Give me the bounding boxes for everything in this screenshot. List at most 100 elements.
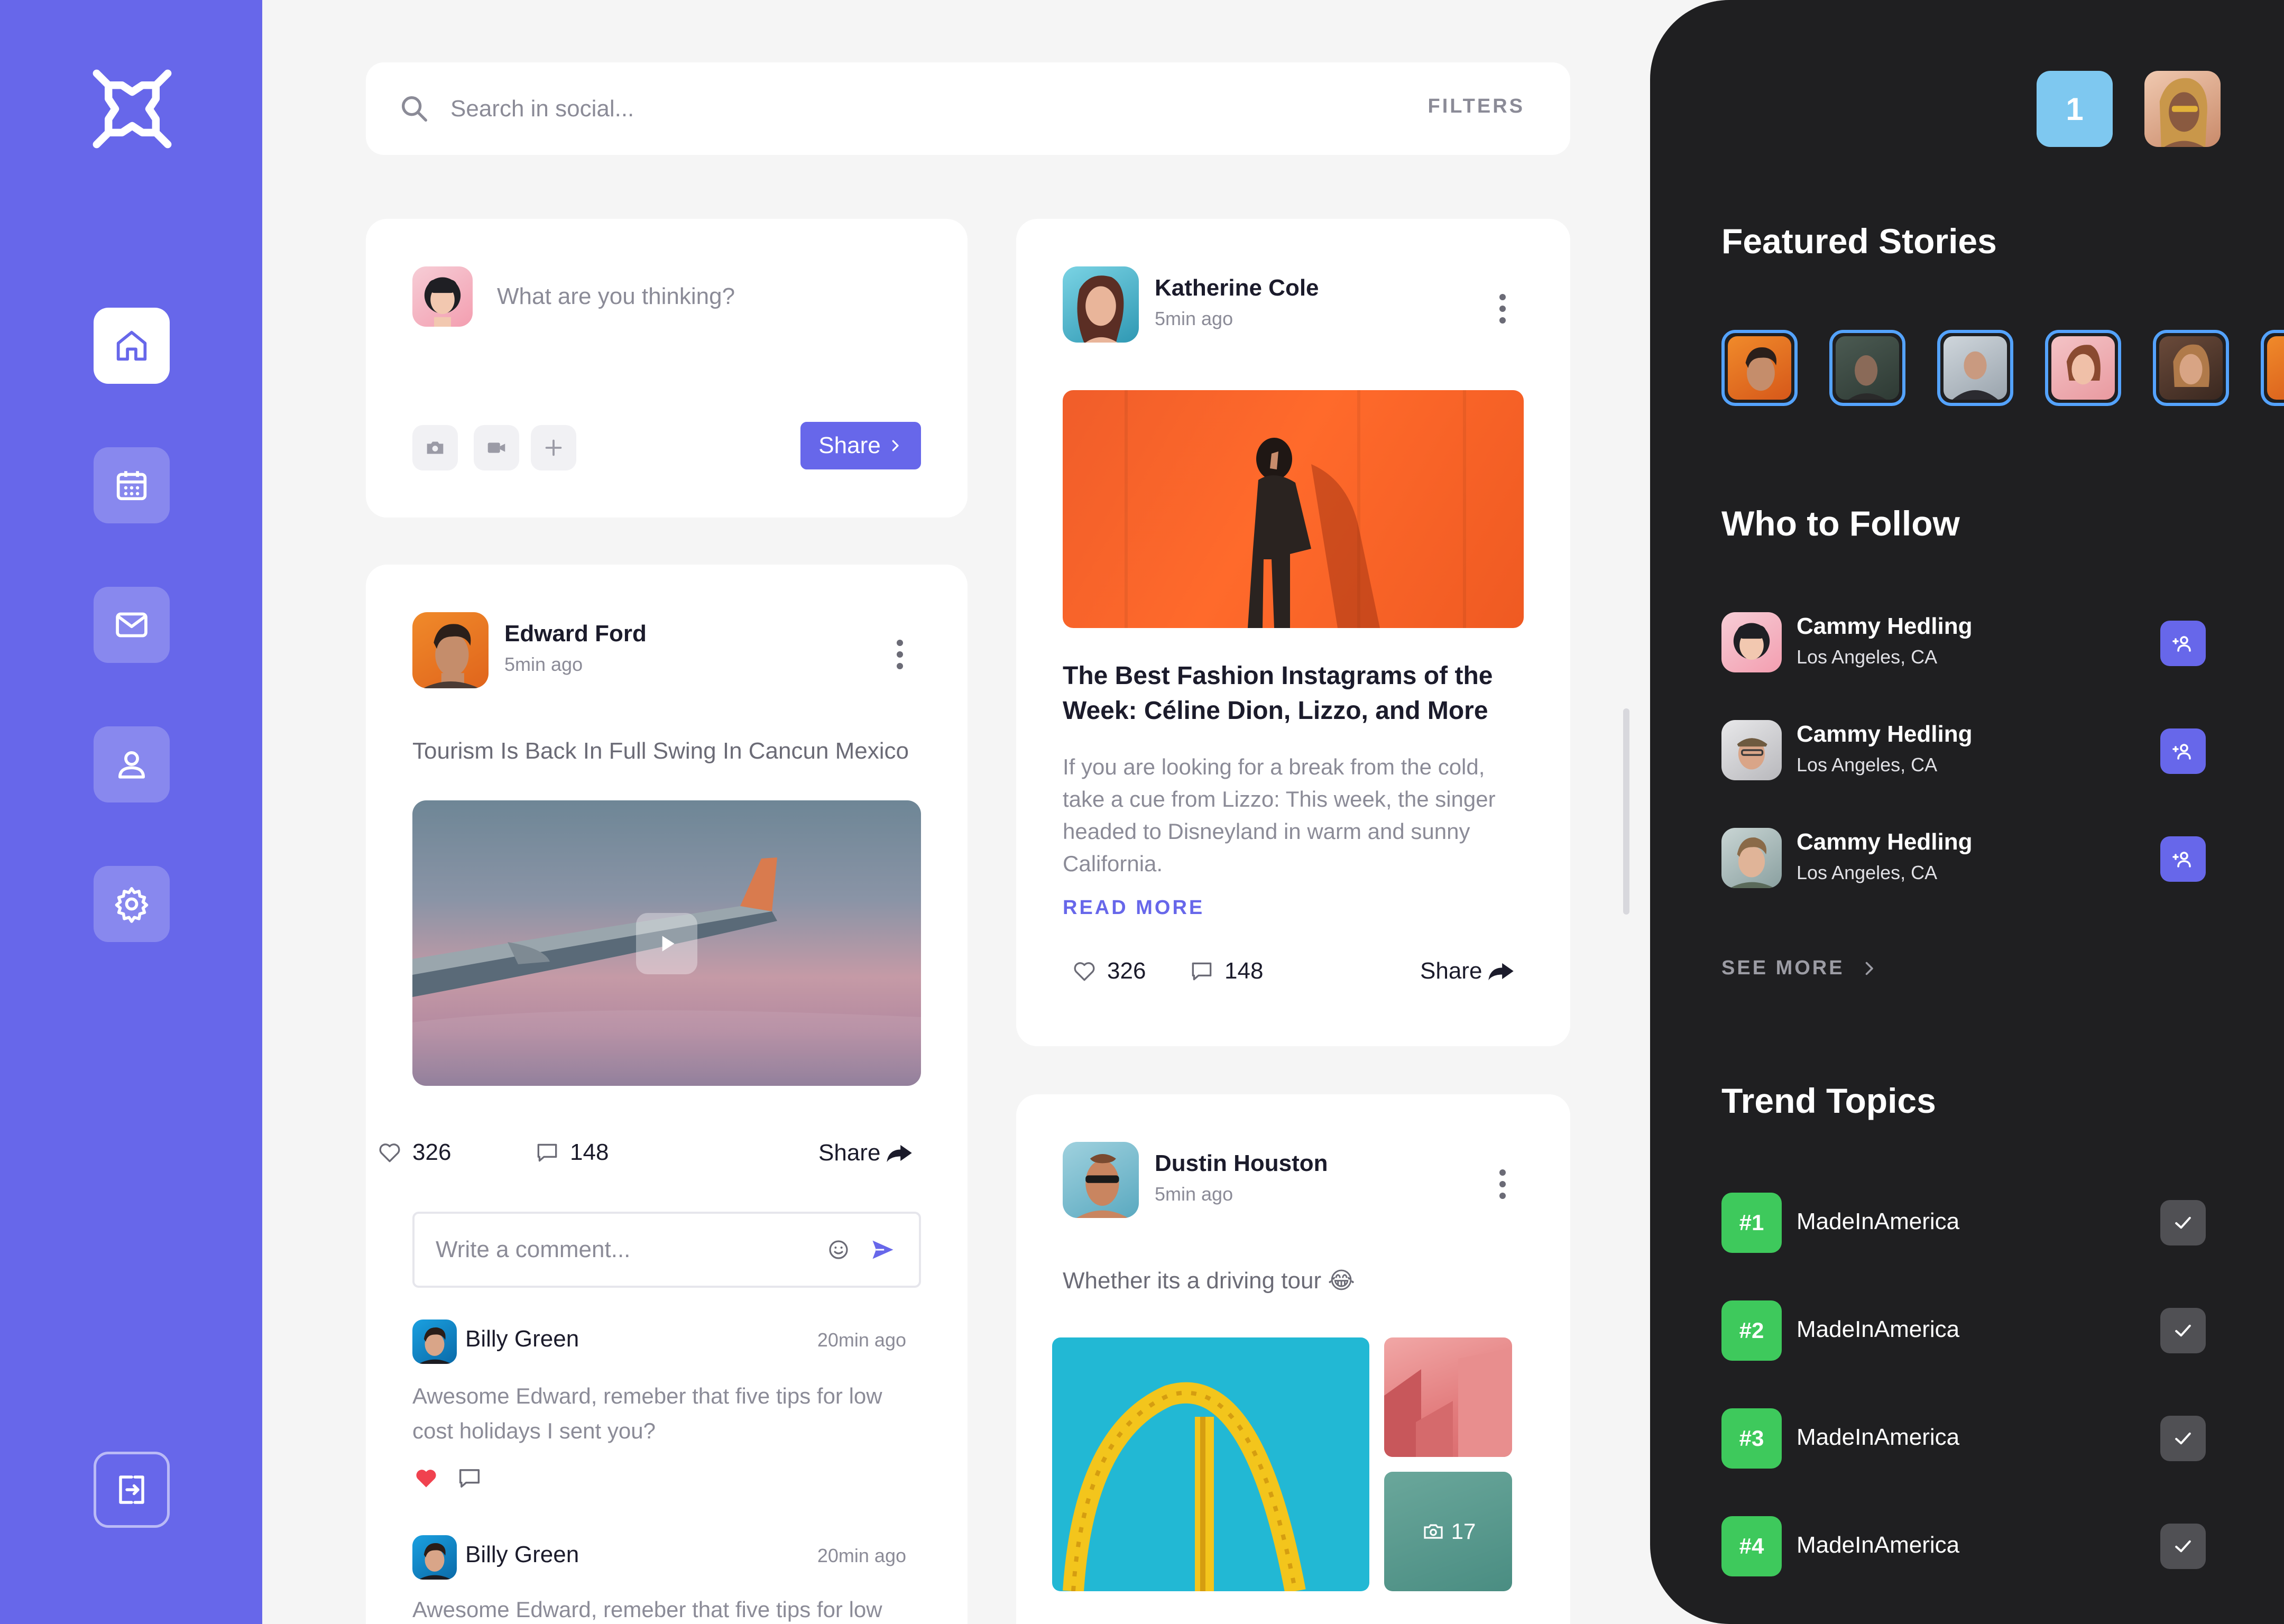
article-title[interactable]: The Best Fashion Instagrams of the Week:… bbox=[1063, 659, 1528, 728]
photo-button[interactable] bbox=[412, 425, 458, 470]
nav-profile[interactable] bbox=[94, 726, 170, 802]
fashion-photo bbox=[1125, 390, 1466, 628]
play-button[interactable] bbox=[636, 913, 697, 974]
comment-text: Awesome Edward, remeber that five tips f… bbox=[412, 1597, 882, 1622]
more-options-button[interactable] bbox=[1492, 1165, 1513, 1203]
avatar[interactable] bbox=[1063, 1142, 1139, 1218]
post-image[interactable] bbox=[1063, 390, 1524, 628]
chevron-right-icon bbox=[1865, 962, 1873, 975]
plus-icon bbox=[545, 439, 562, 456]
share-arrow-icon bbox=[1488, 963, 1514, 981]
article-body: If you are looking for a break from the … bbox=[1063, 754, 1496, 876]
share-label: Share bbox=[1420, 958, 1482, 984]
post-video[interactable] bbox=[412, 800, 921, 1086]
like-button[interactable]: 326 bbox=[1071, 958, 1146, 984]
heart-icon bbox=[379, 1143, 400, 1162]
nav-settings[interactable] bbox=[94, 866, 170, 942]
avatar[interactable] bbox=[1721, 720, 1782, 780]
trend-topics-title: Trend Topics bbox=[1721, 1081, 1936, 1120]
more-options-button[interactable] bbox=[889, 635, 910, 673]
comment-author[interactable]: Billy Green bbox=[465, 1542, 579, 1568]
trend-name[interactable]: MadeInAmerica bbox=[1797, 1424, 1959, 1451]
follow-name[interactable]: Cammy Hedling bbox=[1797, 829, 1973, 855]
avatar[interactable] bbox=[412, 1320, 457, 1364]
story-thumbnail[interactable] bbox=[2261, 330, 2284, 406]
follow-name[interactable]: Cammy Hedling bbox=[1797, 613, 1973, 640]
logout-button[interactable] bbox=[94, 1452, 170, 1528]
profile-avatar[interactable] bbox=[2144, 71, 2221, 147]
check-icon bbox=[2175, 1324, 2191, 1337]
avatar[interactable] bbox=[412, 1535, 457, 1580]
chevron-right-icon bbox=[892, 440, 899, 451]
comments-button[interactable]: 148 bbox=[1189, 958, 1263, 984]
nav-home[interactable] bbox=[94, 308, 170, 384]
sidebar bbox=[0, 0, 262, 1624]
nav-mail[interactable] bbox=[94, 587, 170, 663]
composer-input[interactable]: What are you thinking? bbox=[497, 283, 735, 310]
more-options-button[interactable] bbox=[1492, 290, 1513, 328]
trend-rank: #1 bbox=[1721, 1193, 1782, 1253]
trend-name[interactable]: MadeInAmerica bbox=[1797, 1316, 1959, 1343]
filters-button[interactable]: FILTERS bbox=[1428, 95, 1525, 118]
share-link[interactable]: Share bbox=[818, 1140, 914, 1166]
follow-button[interactable] bbox=[2160, 621, 2206, 666]
trend-name[interactable]: MadeInAmerica bbox=[1797, 1208, 1959, 1235]
share-link[interactable]: Share bbox=[1420, 958, 1516, 984]
send-icon[interactable] bbox=[869, 1236, 897, 1263]
add-attachment-button[interactable] bbox=[531, 425, 576, 470]
search-input[interactable] bbox=[450, 87, 1244, 131]
comment-author[interactable]: Billy Green bbox=[465, 1326, 579, 1352]
follow-button[interactable] bbox=[2160, 836, 2206, 882]
read-more-link[interactable]: READ MORE bbox=[1063, 897, 1204, 919]
gallery-main-photo[interactable] bbox=[1052, 1337, 1369, 1591]
trend-follow-toggle[interactable] bbox=[2160, 1524, 2206, 1569]
avatar[interactable] bbox=[1721, 828, 1782, 888]
like-button[interactable]: 326 bbox=[376, 1139, 451, 1166]
trend-rank: #2 bbox=[1721, 1300, 1782, 1361]
trend-name[interactable]: MadeInAmerica bbox=[1797, 1532, 1959, 1558]
share-button-label: Share bbox=[818, 432, 881, 458]
check-icon bbox=[2175, 1432, 2191, 1445]
check-icon bbox=[2175, 1216, 2191, 1229]
comment-input[interactable] bbox=[436, 1229, 806, 1271]
follow-location: Los Angeles, CA bbox=[1797, 754, 1938, 776]
post-card-edward: Edward Ford 5min ago Tourism Is Back In … bbox=[366, 565, 968, 1624]
trend-follow-toggle[interactable] bbox=[2160, 1416, 2206, 1461]
post-author[interactable]: Dustin Houston bbox=[1155, 1150, 1328, 1177]
video-button[interactable] bbox=[474, 425, 519, 470]
notification-badge[interactable]: 1 bbox=[2037, 71, 2113, 147]
emoji-icon[interactable] bbox=[826, 1237, 851, 1262]
gallery-photo[interactable] bbox=[1384, 1337, 1512, 1457]
follow-name[interactable]: Cammy Hedling bbox=[1797, 721, 1973, 748]
nav-calendar[interactable] bbox=[94, 447, 170, 523]
trend-follow-toggle[interactable] bbox=[2160, 1200, 2206, 1245]
reply-icon[interactable] bbox=[456, 1464, 483, 1492]
share-button[interactable]: Share bbox=[800, 422, 921, 469]
avatar[interactable] bbox=[1063, 266, 1139, 343]
camera-icon bbox=[427, 441, 444, 454]
play-icon bbox=[662, 936, 675, 952]
comment-count: 148 bbox=[570, 1139, 609, 1165]
avatar[interactable] bbox=[1721, 612, 1782, 672]
more-photos-button[interactable]: 17 bbox=[1384, 1472, 1512, 1591]
trend-follow-toggle[interactable] bbox=[2160, 1308, 2206, 1353]
mail-icon bbox=[116, 612, 148, 638]
story-thumbnail[interactable] bbox=[1829, 330, 1905, 406]
story-thumbnail[interactable] bbox=[2045, 330, 2121, 406]
avatar[interactable] bbox=[412, 612, 489, 688]
trend-rank: #3 bbox=[1721, 1408, 1782, 1469]
story-thumbnail[interactable] bbox=[1937, 330, 2013, 406]
follow-button[interactable] bbox=[2160, 728, 2206, 774]
like-count: 326 bbox=[1107, 958, 1146, 984]
story-thumbnail[interactable] bbox=[2153, 330, 2229, 406]
post-author[interactable]: Edward Ford bbox=[504, 621, 647, 647]
heart-filled-icon[interactable] bbox=[412, 1464, 440, 1492]
comments-button[interactable]: 148 bbox=[534, 1139, 609, 1166]
search-icon bbox=[402, 96, 427, 122]
featured-stories-title: Featured Stories bbox=[1721, 222, 1997, 261]
feed-scrollbar[interactable] bbox=[1623, 708, 1629, 915]
post-author[interactable]: Katherine Cole bbox=[1155, 275, 1319, 301]
see-more-link[interactable]: SEE MORE bbox=[1721, 957, 1878, 980]
story-thumbnail[interactable] bbox=[1721, 330, 1798, 406]
app-logo[interactable] bbox=[90, 67, 174, 151]
